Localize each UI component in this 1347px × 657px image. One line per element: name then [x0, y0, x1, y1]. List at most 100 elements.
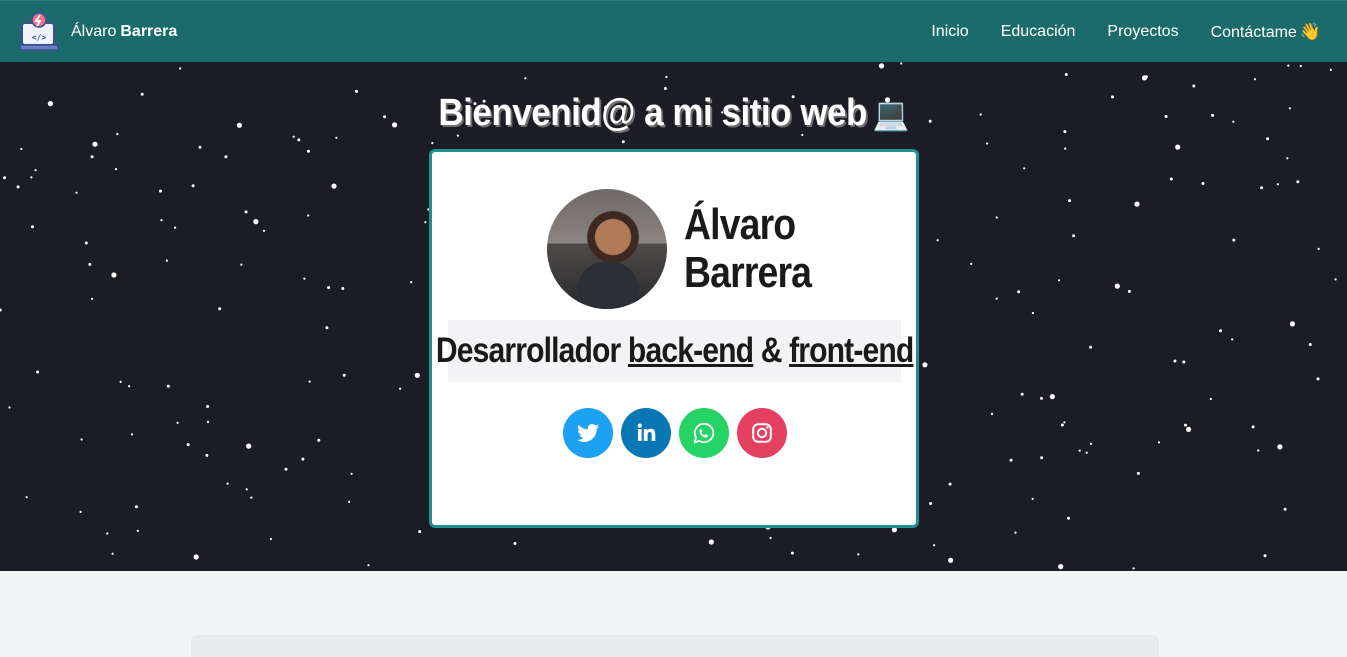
star-dot [1049, 394, 1055, 400]
star-dot [269, 537, 272, 541]
star-dot [75, 191, 78, 194]
star-dot [253, 219, 259, 225]
profile-name: Álvaro Barrera [684, 201, 812, 297]
star-dot [1329, 68, 1332, 71]
star-dot [1020, 392, 1024, 396]
star-dot [1192, 84, 1196, 88]
role-ampersand: & [760, 331, 783, 370]
star-dot [1186, 426, 1192, 432]
star-dot [1289, 321, 1295, 327]
star-dot [922, 362, 928, 368]
star-dot [198, 145, 202, 149]
star-dot [250, 496, 253, 499]
star-dot [1286, 157, 1289, 160]
role-subtitle: Desarrollador back-end & front-end [436, 320, 914, 382]
nav-link-proyectos[interactable]: Proyectos [1107, 23, 1178, 41]
brand[interactable]: </> Álvaro Barrera [18, 11, 177, 53]
top-navbar: </> Álvaro Barrera Inicio Educación Proye… [0, 0, 1347, 62]
star-dot [174, 226, 177, 229]
star-dot [1058, 564, 1064, 570]
twitter-icon [577, 423, 599, 442]
star-dot [1308, 343, 1312, 346]
content-panel [191, 635, 1159, 657]
star-dot [16, 185, 20, 189]
star-dot [111, 552, 114, 555]
front-end-link[interactable]: front-end [789, 331, 914, 370]
star-dot [367, 564, 370, 567]
star-dot [857, 553, 860, 556]
star-dot [91, 297, 94, 300]
whatsapp-icon [693, 422, 715, 444]
star-dot [1251, 425, 1255, 429]
waving-hand-icon: 👋 [1299, 21, 1321, 41]
star-dot [1132, 567, 1135, 570]
star-dot [995, 216, 998, 219]
star-dot [1063, 421, 1066, 424]
laptop-icon: 💻 [872, 96, 909, 132]
star-dot [424, 221, 427, 224]
star-dot [1299, 64, 1302, 68]
star-dot [350, 472, 353, 475]
star-dot [878, 63, 885, 69]
star-dot [1089, 442, 1093, 445]
star-dot [80, 438, 83, 441]
star-dot [431, 142, 434, 145]
nav-link-inicio[interactable]: Inicio [931, 23, 968, 41]
avatar [547, 189, 667, 309]
star-dot [224, 155, 228, 159]
star-dot [205, 453, 209, 457]
star-dot [284, 467, 288, 471]
star-dot [325, 326, 329, 330]
star-dot [20, 147, 23, 151]
star-dot [1014, 531, 1017, 534]
star-dot [948, 557, 954, 563]
star-dot [160, 219, 163, 222]
twitter-button[interactable] [563, 408, 613, 458]
star-dot [186, 443, 190, 447]
instagram-icon [752, 423, 772, 443]
star-dot [1157, 441, 1161, 444]
star-dot [335, 136, 338, 139]
laptop-code-logo-icon: </> [19, 11, 59, 51]
nav-link-contactame[interactable]: Contáctame 👋 [1211, 22, 1321, 42]
star-dot [1277, 444, 1283, 450]
star-dot [995, 297, 998, 300]
star-dot [1253, 78, 1257, 81]
star-dot [665, 75, 668, 79]
star-dot [1257, 449, 1260, 452]
star-dot [90, 155, 94, 159]
star-dot [130, 433, 134, 436]
back-end-link[interactable]: back-end [628, 331, 754, 370]
star-dot [244, 210, 248, 214]
star-dot [1232, 238, 1236, 242]
role-subtitle-text: Desarrollador back-end & front-end [436, 331, 914, 371]
star-dot [292, 135, 295, 138]
star-dot [990, 412, 994, 415]
profile-header: Álvaro Barrera [547, 189, 834, 309]
star-dot [308, 380, 311, 383]
star-dot [970, 262, 973, 265]
star-dot [331, 183, 337, 189]
star-dot [1023, 167, 1026, 170]
whatsapp-button[interactable] [679, 408, 729, 458]
nav-link-educacion[interactable]: Educación [1001, 23, 1076, 41]
star-dot [513, 542, 517, 545]
star-dot [1263, 554, 1267, 558]
star-dot [307, 149, 310, 153]
star-dot [1201, 182, 1205, 185]
star-dot [3, 176, 7, 180]
star-dot [399, 387, 402, 390]
star-dot [663, 87, 667, 90]
star-dot [0, 308, 2, 312]
instagram-button[interactable] [737, 408, 787, 458]
hero-section: Bienvenid@ a mi sitio web 💻 Álvaro Barrer… [0, 62, 1347, 571]
star-dot [948, 482, 952, 486]
brand-last-name: Barrera [120, 22, 178, 40]
star-dot [84, 241, 88, 245]
star-dot [327, 286, 331, 290]
linkedin-button[interactable] [621, 408, 671, 458]
social-links [563, 408, 787, 458]
star-dot [1009, 458, 1013, 462]
star-dot [1057, 279, 1061, 282]
star-dot [929, 502, 933, 505]
